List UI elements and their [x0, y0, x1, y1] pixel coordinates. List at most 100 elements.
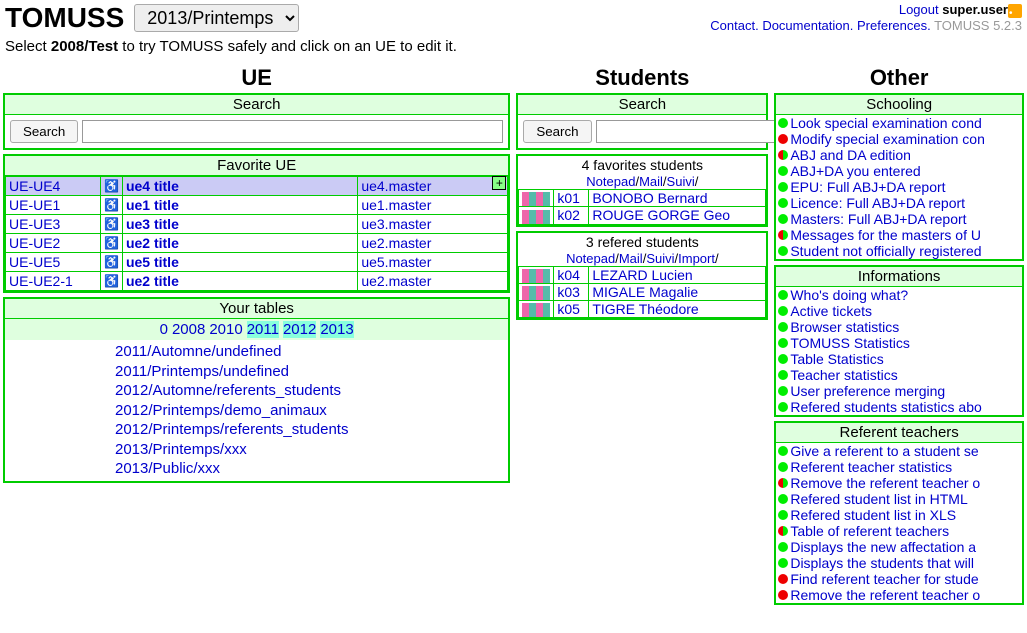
ue-search-head: Search — [5, 95, 508, 115]
student-row[interactable]: k01BONOBO Bernard — [519, 190, 766, 207]
other-item[interactable]: Licence: Full ABJ+DA report — [776, 195, 1022, 211]
ue-search-input[interactable] — [82, 120, 503, 143]
status-dot — [778, 558, 788, 568]
other-item[interactable]: ABJ+DA you entered — [776, 163, 1022, 179]
other-item[interactable]: Teacher statistics — [776, 367, 1022, 383]
other-item[interactable]: User preference merging — [776, 383, 1022, 399]
contact-link[interactable]: Contact. — [710, 18, 758, 33]
other-item[interactable]: Modify special examination con — [776, 131, 1022, 147]
other-item[interactable]: Table Statistics — [776, 351, 1022, 367]
other-item[interactable]: Remove the referent teacher o — [776, 475, 1022, 491]
add-fav-button[interactable]: + — [492, 176, 506, 190]
fav-ue-row[interactable]: UE-UE2♿ue2 titleue2.master — [6, 234, 508, 253]
schooling-head: Schooling — [776, 95, 1022, 115]
doc-link[interactable]: Documentation. — [762, 18, 853, 33]
table-link[interactable]: 2011/Printemps/undefined — [115, 362, 508, 382]
student-row[interactable]: k03MIGALE Magalie — [519, 283, 766, 300]
table-link[interactable]: 2012/Automne/referents_students — [115, 381, 508, 401]
favstud-links: Notepad/Mail/Suivi/ — [518, 174, 766, 189]
prefs-link[interactable]: Preferences. — [857, 18, 931, 33]
other-item[interactable]: Active tickets — [776, 303, 1022, 319]
stud-link-suivi[interactable]: Suivi — [646, 251, 674, 266]
other-item[interactable]: Messages for the masters of U — [776, 227, 1022, 243]
stud-search-head: Search — [518, 95, 766, 115]
other-item[interactable]: Browser statistics — [776, 319, 1022, 335]
semester-select[interactable]: 2013/Printemps — [134, 4, 299, 32]
table-link[interactable]: 2013/Public/xxx — [115, 459, 508, 479]
table-link[interactable]: 2012/Printemps/demo_animaux — [115, 401, 508, 421]
other-item[interactable]: Table of referent teachers — [776, 523, 1022, 539]
stud-link-notepad[interactable]: Notepad — [586, 174, 635, 189]
status-dot — [778, 370, 788, 380]
stud-link-import[interactable]: Import — [678, 251, 715, 266]
status-dot — [778, 542, 788, 552]
status-dot — [778, 590, 788, 600]
other-item[interactable]: Give a referent to a student se — [776, 443, 1022, 459]
student-row[interactable]: k02ROUGE GORGE Geo — [519, 207, 766, 224]
bar-icon — [522, 303, 550, 317]
fav-ue-row[interactable]: UE-UE4♿ue4 titleue4.master — [6, 177, 508, 196]
student-row[interactable]: k04LEZARD Lucien — [519, 266, 766, 283]
rss-icon[interactable] — [1008, 4, 1022, 18]
table-link[interactable]: 2011/Automne/undefined — [115, 342, 508, 362]
year-2012[interactable]: 2012 — [283, 321, 316, 338]
status-dot — [778, 386, 788, 396]
bar-icon — [522, 269, 550, 283]
other-item[interactable]: Find referent teacher for stude — [776, 571, 1022, 587]
bar-icon — [522, 192, 550, 206]
other-item[interactable]: Who's doing what? — [776, 287, 1022, 303]
year-2013[interactable]: 2013 — [320, 321, 353, 338]
status-dot — [778, 574, 788, 584]
top-right-links: Logout super.user Contact. Documentation… — [710, 2, 1022, 33]
status-dot — [778, 198, 788, 208]
fav-ue-row[interactable]: UE-UE5♿ue5 titleue5.master — [6, 253, 508, 272]
instruction: Select 2008/Test to try TOMUSS safely an… — [0, 36, 1027, 63]
fav-ue-row[interactable]: UE-UE2-1♿ue2 titleue2.master — [6, 272, 508, 291]
fav-ue-row[interactable]: UE-UE3♿ue3 titleue3.master — [6, 215, 508, 234]
version-label: TOMUSS 5.2.3 — [934, 18, 1022, 33]
other-item[interactable]: Remove the referent teacher o — [776, 587, 1022, 603]
other-item[interactable]: Displays the new affectation a — [776, 539, 1022, 555]
other-item[interactable]: Referent teacher statistics — [776, 459, 1022, 475]
status-dot — [778, 354, 788, 364]
year-2010[interactable]: 2010 — [209, 321, 242, 338]
other-item[interactable]: Student not officially registered — [776, 243, 1022, 259]
year-2011[interactable]: 2011 — [247, 321, 279, 338]
stud-link-mail[interactable]: Mail — [639, 174, 663, 189]
yourtables-links: 2011/Automne/undefined2011/Printemps/und… — [5, 340, 508, 481]
other-item[interactable]: TOMUSS Statistics — [776, 335, 1022, 351]
year-2008[interactable]: 2008 — [172, 321, 205, 338]
status-dot — [778, 134, 788, 144]
years-row: 020082010 201120122013 — [5, 319, 508, 340]
table-link[interactable]: 2012/Printemps/referents_students — [115, 420, 508, 440]
other-item[interactable]: Displays the students that will — [776, 555, 1022, 571]
stud-link-notepad[interactable]: Notepad — [566, 251, 615, 266]
other-item[interactable]: ABJ and DA edition — [776, 147, 1022, 163]
yourtables-head: Your tables — [5, 299, 508, 319]
other-item[interactable]: Look special examination cond — [776, 115, 1022, 131]
app-title: TOMUSS — [5, 2, 124, 34]
fav-ue-table: UE-UE4♿ue4 titleue4.masterUE-UE1♿ue1 tit… — [5, 176, 508, 291]
status-dot — [778, 462, 788, 472]
other-item[interactable]: Refered student list in HTML — [776, 491, 1022, 507]
table-link[interactable]: 2013/Printemps/xxx — [115, 440, 508, 460]
year-0[interactable]: 0 — [160, 321, 168, 338]
fav-ue-row[interactable]: UE-UE1♿ue1 titleue1.master — [6, 196, 508, 215]
stud-link-mail[interactable]: Mail — [619, 251, 643, 266]
other-item[interactable]: Masters: Full ABJ+DA report — [776, 211, 1022, 227]
favstud-table: k01BONOBO Bernardk02ROUGE GORGE Geo — [518, 189, 766, 225]
other-item[interactable]: EPU: Full ABJ+DA report — [776, 179, 1022, 195]
info-head: Informations — [776, 267, 1022, 287]
ue-search-button[interactable]: Search — [10, 120, 78, 143]
status-dot — [778, 166, 788, 176]
status-dot — [778, 290, 788, 300]
other-item[interactable]: Refered student list in XLS — [776, 507, 1022, 523]
status-dot — [778, 230, 788, 240]
status-dot — [778, 182, 788, 192]
other-item[interactable]: Refered students statistics abo — [776, 399, 1022, 415]
student-row[interactable]: k05TIGRE Théodore — [519, 301, 766, 318]
stud-link-suivi[interactable]: Suivi — [667, 174, 695, 189]
logout-link[interactable]: Logout — [899, 2, 939, 17]
stud-search-input[interactable] — [596, 120, 779, 143]
stud-search-button[interactable]: Search — [523, 120, 591, 143]
